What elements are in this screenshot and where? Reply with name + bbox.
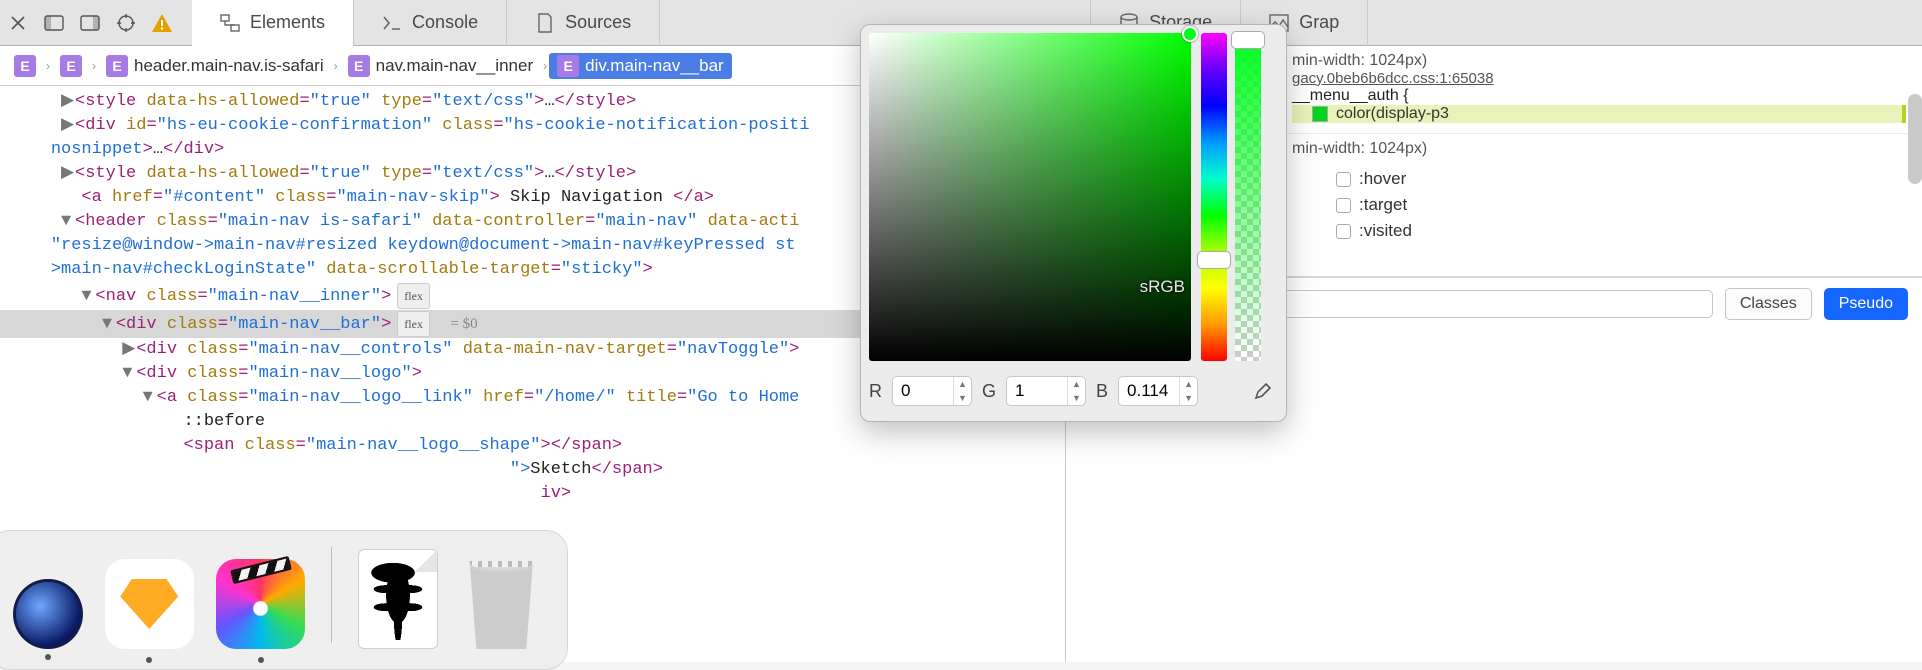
dock-app-quicktime[interactable] (13, 579, 83, 649)
tab-label: Grap (1299, 12, 1339, 33)
pseudo-button[interactable]: Pseudo (1824, 288, 1908, 320)
selected-node-marker: = $0 (450, 316, 477, 332)
color-picker-popover[interactable]: sRGB R ▲▼ G ▲▼ B ▲▼ (860, 24, 1287, 422)
tab-label: Console (412, 12, 478, 33)
inspect-element-icon[interactable] (108, 0, 144, 46)
pseudo-toggle-visited[interactable]: :visited (1336, 218, 1906, 244)
g-input[interactable]: ▲▼ (1006, 376, 1086, 406)
checkbox-icon[interactable] (1336, 224, 1351, 239)
media-query: min-width: 1024px) (1292, 140, 1906, 158)
disclosure-down-icon[interactable]: ▼ (61, 211, 75, 233)
element-badge-icon: E (106, 55, 128, 77)
disclosure-down-icon[interactable]: ▼ (102, 314, 116, 336)
disclosure-down-icon[interactable]: ▼ (143, 387, 157, 409)
alpha-thumb[interactable] (1231, 31, 1265, 49)
hue-thumb[interactable] (1197, 251, 1231, 269)
stepper-icon[interactable]: ▲▼ (1067, 377, 1085, 405)
color-inputs-row: R ▲▼ G ▲▼ B ▲▼ (869, 369, 1278, 413)
color-swatch[interactable] (1312, 106, 1328, 122)
running-indicator-icon (146, 657, 152, 663)
dock-separator (331, 547, 332, 643)
breadcrumb-label: header.main-nav.is-safari (134, 56, 324, 76)
gamut-label: sRGB (1140, 277, 1185, 297)
source-link[interactable]: gacy.0beb6b6dcc.css:1:65038 (1292, 70, 1906, 87)
disclosure-down-icon[interactable]: ▼ (122, 363, 136, 385)
disclosure-right-icon[interactable]: ▶ (61, 115, 75, 137)
running-indicator-icon (258, 657, 264, 663)
checkbox-icon[interactable] (1336, 172, 1351, 187)
color-field[interactable]: sRGB (869, 33, 1191, 361)
layout-badge[interactable]: flex (397, 311, 430, 337)
b-label: B (1096, 381, 1108, 402)
tab-label: Sources (565, 12, 631, 33)
g-label: G (982, 381, 996, 402)
media-query: min-width: 1024px) (1292, 52, 1906, 70)
chevron-right-icon: › (44, 59, 52, 73)
tab-console[interactable]: Console (354, 0, 507, 46)
dock-app-sketch[interactable] (105, 559, 194, 649)
selector-text: __menu__auth { (1292, 87, 1906, 105)
r-label: R (869, 381, 882, 402)
disclosure-down-icon[interactable]: ▼ (81, 286, 95, 308)
tab-label: Elements (250, 12, 325, 33)
dock-app-finalcut[interactable] (216, 559, 305, 649)
r-input[interactable]: ▲▼ (892, 376, 972, 406)
breadcrumb-item[interactable]: E (6, 53, 44, 79)
dock-left-icon[interactable] (36, 0, 72, 46)
element-badge-icon: E (14, 55, 36, 77)
close-icon[interactable] (0, 0, 36, 46)
chevron-right-icon: › (541, 59, 549, 73)
chevron-right-icon: › (332, 59, 340, 73)
property-value: color(display-p3 (1336, 105, 1449, 123)
layout-badge[interactable]: flex (397, 283, 430, 309)
breadcrumb-item[interactable]: Eheader.main-nav.is-safari (98, 53, 332, 79)
element-badge-icon: E (557, 55, 579, 77)
scrollbar-thumb[interactable] (1908, 94, 1922, 184)
clapperboard-icon (230, 556, 292, 584)
b-input[interactable]: ▲▼ (1118, 376, 1198, 406)
breadcrumb-item[interactable]: E (52, 53, 90, 79)
color-field-thumb[interactable] (1182, 26, 1198, 42)
checkbox-icon[interactable] (1336, 198, 1351, 213)
disclosure-right-icon[interactable]: ▶ (61, 91, 75, 113)
pseudo-toggle-hover[interactable]: :hover (1336, 166, 1906, 192)
macos-dock (0, 530, 568, 670)
lizard-icon (367, 558, 428, 640)
stepper-icon[interactable]: ▲▼ (1179, 377, 1197, 405)
alpha-slider[interactable] (1235, 33, 1261, 361)
hue-slider[interactable] (1201, 33, 1227, 361)
warning-icon[interactable] (144, 0, 180, 46)
dock-trash[interactable] (460, 549, 543, 649)
running-indicator-icon (45, 654, 51, 660)
element-badge-icon: E (60, 55, 82, 77)
dock-right-icon[interactable] (72, 0, 108, 46)
sketch-icon (120, 579, 178, 629)
breadcrumb-item[interactable]: Enav.main-nav__inner (340, 53, 542, 79)
css-property[interactable]: color(display-p3 (1292, 105, 1906, 123)
disclosure-right-icon[interactable]: ▶ (122, 339, 136, 361)
stepper-icon[interactable]: ▲▼ (953, 377, 971, 405)
element-badge-icon: E (348, 55, 370, 77)
disclosure-right-icon[interactable]: ▶ (61, 163, 75, 185)
eyedropper-icon[interactable] (1252, 378, 1278, 404)
breadcrumb-label: nav.main-nav__inner (376, 56, 534, 76)
breadcrumb-item-selected[interactable]: Ediv.main-nav__bar (549, 53, 732, 79)
tab-sources[interactable]: Sources (507, 0, 660, 46)
pseudo-toggle-target[interactable]: :target (1336, 192, 1906, 218)
breadcrumb-label: div.main-nav__bar (585, 56, 724, 76)
tab-elements[interactable]: Elements (192, 0, 354, 46)
dock-item-document[interactable] (358, 549, 437, 649)
classes-button[interactable]: Classes (1725, 288, 1812, 320)
chevron-right-icon: › (90, 59, 98, 73)
